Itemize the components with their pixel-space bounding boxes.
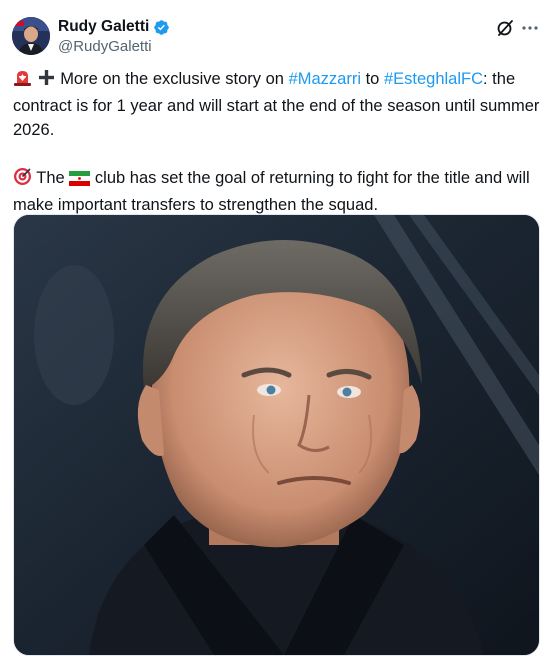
text-segment: to (365, 70, 380, 88)
tweet-media-photo[interactable] (13, 214, 540, 656)
tweet-paragraph-1: More on the exclusive story on #Mazzarri… (13, 67, 543, 142)
plus-emoji (37, 68, 56, 94)
text-segment: The (36, 169, 65, 187)
verified-badge-icon[interactable] (153, 19, 170, 36)
rotating-light-emoji (13, 68, 32, 94)
tweet-paragraph-2: The club has set the goal of returning t… (13, 166, 543, 217)
hashtag-link-esteghlalfc[interactable]: #EsteghlalFC (384, 70, 483, 88)
tweet-text: More on the exclusive story on #Mazzarri… (13, 67, 543, 217)
author-name-text[interactable]: Rudy Galetti (58, 17, 149, 37)
iran-flag-emoji (69, 169, 91, 193)
author-handle[interactable]: @RudyGaletti (58, 38, 152, 56)
text-segment: club has set the goal of returning to fi… (13, 169, 530, 214)
grok-icon[interactable] (496, 19, 514, 37)
avatar[interactable] (12, 17, 50, 55)
author-name[interactable]: Rudy Galetti (58, 17, 170, 37)
more-options-icon[interactable] (520, 18, 540, 38)
text-segment: More on the exclusive story on (60, 70, 284, 88)
tweet: Rudy Galetti @RudyGaletti More on the ex… (0, 0, 555, 656)
direct-hit-emoji (13, 167, 32, 193)
hashtag-link-mazzarri[interactable]: #Mazzarri (289, 70, 361, 88)
